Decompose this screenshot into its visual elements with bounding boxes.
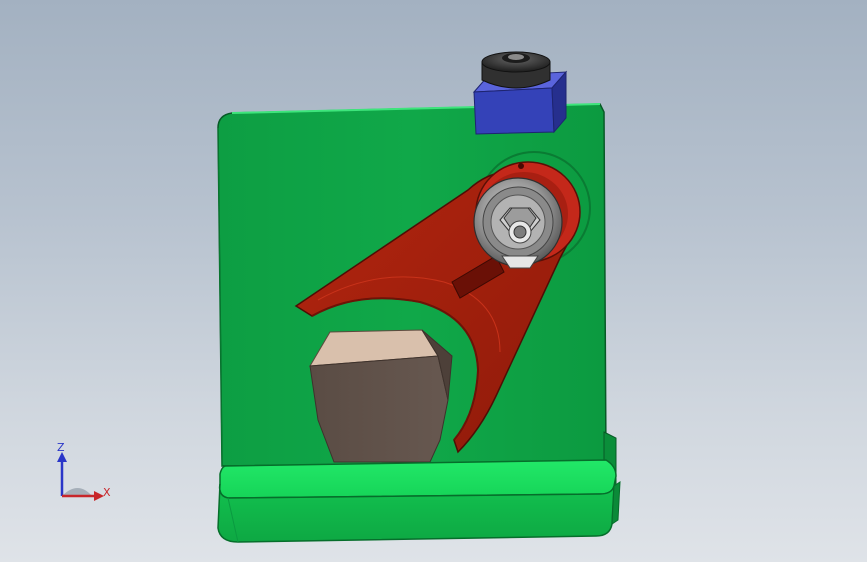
triad-axes	[57, 452, 104, 501]
workpiece[interactable]	[309, 329, 453, 463]
z-axis-label: Z	[57, 441, 65, 454]
x-axis-label: X	[103, 486, 111, 499]
cad-model-view[interactable]	[0, 0, 867, 562]
graphics-viewport[interactable]: Z X	[0, 0, 867, 562]
coordinate-triad: Z X	[40, 436, 130, 516]
top-knob[interactable]	[481, 51, 551, 89]
base-plate[interactable]	[217, 459, 621, 543]
